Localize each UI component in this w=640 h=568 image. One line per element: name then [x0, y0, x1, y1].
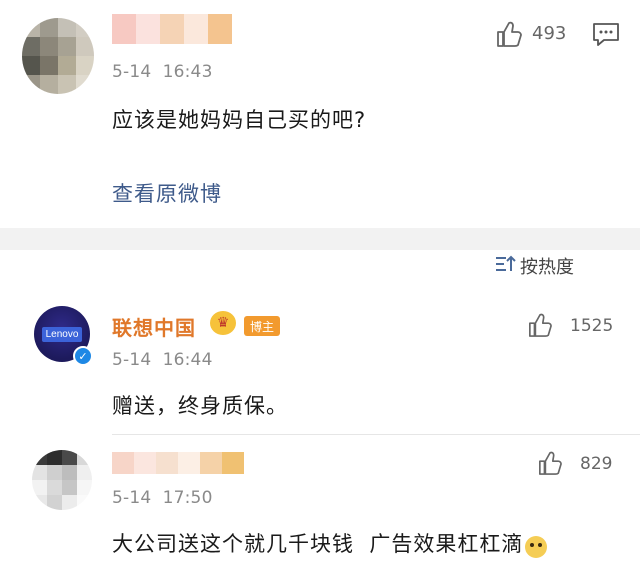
view-original-weibo-link[interactable]: 查看原微博 [112, 178, 222, 208]
sort-by-hot-button[interactable]: 按热度 [494, 252, 574, 280]
blurred-username[interactable] [112, 452, 244, 474]
sort-icon [494, 254, 516, 279]
original-post-card: 493 5-14 16:43 应该是她妈妈自己买的吧? 查看原微博 [0, 0, 640, 228]
blogger-badge: 博主 [244, 316, 281, 336]
comment-time: 5-14 16:44 [112, 350, 213, 370]
verified-icon: ✓ [73, 346, 93, 366]
post-text: 应该是她妈妈自己买的吧? [112, 108, 367, 132]
lenovo-logo: Lenovo [41, 326, 83, 342]
comment-text-row: 大公司送这个就几千块钱 广告效果杠杠滴 [112, 528, 548, 558]
crown-icon: ♛ [210, 311, 236, 335]
post-time: 5-14 16:43 [112, 62, 213, 82]
like-count: 829 [580, 454, 613, 474]
comment-text: 大公司送这个就几千块钱 广告效果杠杠滴 [112, 532, 524, 556]
comment-text: 赠送，终身质保。 [112, 394, 288, 418]
blurred-username[interactable] [112, 14, 232, 44]
like-count: 1525 [570, 316, 614, 336]
comment-author[interactable]: 联想中国 [112, 312, 196, 341]
blurred-avatar[interactable] [22, 18, 94, 94]
thumb-up-icon[interactable] [528, 312, 552, 338]
dog-emoji-icon [525, 535, 548, 558]
thumb-up-icon[interactable] [496, 20, 522, 48]
section-separator [0, 228, 640, 250]
comment-icon[interactable] [592, 22, 620, 48]
blurred-avatar[interactable] [32, 450, 92, 510]
comment-time: 5-14 17:50 [112, 488, 213, 508]
comment-divider [112, 434, 640, 435]
thumb-up-icon[interactable] [538, 450, 562, 476]
sort-label: 按热度 [520, 257, 574, 278]
like-count: 493 [532, 23, 567, 44]
